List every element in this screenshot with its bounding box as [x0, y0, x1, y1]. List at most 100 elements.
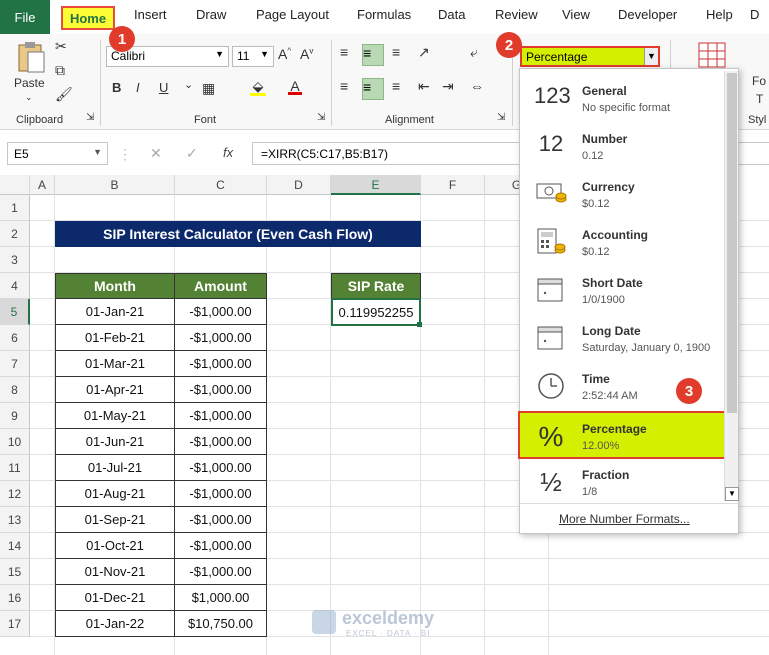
underline-button[interactable]: U — [159, 80, 168, 95]
cell-styles-icon[interactable] — [698, 42, 726, 71]
tab-view[interactable]: View — [562, 7, 590, 22]
scrollbar-thumb[interactable] — [727, 73, 737, 413]
chevron-down-icon[interactable]: ▼ — [93, 147, 102, 157]
fill-color-icon[interactable]: ⬙ — [250, 78, 266, 96]
tab-page-layout[interactable]: Page Layout — [256, 7, 329, 22]
cancel-icon[interactable]: ✕ — [150, 145, 162, 162]
row-header[interactable]: 14 — [0, 533, 30, 559]
align-left-icon[interactable]: ≡ — [340, 78, 348, 94]
month-cell[interactable]: 01-Jan-22 — [55, 610, 175, 637]
chevron-down-icon[interactable]: ⌄ — [25, 92, 33, 103]
orientation-icon[interactable]: ↗ — [418, 44, 430, 61]
row-header[interactable]: 10 — [0, 429, 30, 455]
row-header[interactable]: 11 — [0, 455, 30, 481]
chevron-down-icon[interactable]: ⌄ — [184, 78, 193, 91]
amount-cell[interactable]: -$1,000.00 — [174, 428, 267, 455]
amount-cell[interactable]: -$1,000.00 — [174, 324, 267, 351]
tab-data[interactable]: Data — [438, 7, 465, 22]
format-option-percentage[interactable]: % Percentage 12.00% — [518, 411, 726, 459]
scroll-down-icon[interactable]: ▼ — [725, 487, 739, 501]
format-option-number[interactable]: 12 Number 0.12 — [520, 123, 720, 171]
title-cell[interactable]: SIP Interest Calculator (Even Cash Flow) — [55, 221, 421, 247]
tab-home[interactable]: Home — [61, 6, 115, 30]
number-format-combo[interactable]: Percentage ▼ — [520, 46, 660, 67]
align-center-icon[interactable]: ≡ — [362, 78, 384, 100]
format-option-short-date[interactable]: Short Date 1/0/1900 — [520, 267, 720, 315]
italic-button[interactable]: I — [136, 80, 140, 95]
increase-font-icon[interactable]: A^ — [278, 46, 291, 62]
chevron-down-icon[interactable]: ▼ — [644, 48, 658, 65]
amount-cell[interactable]: $10,750.00 — [174, 610, 267, 637]
amount-cell[interactable]: -$1,000.00 — [174, 558, 267, 585]
row-header[interactable]: 16 — [0, 585, 30, 611]
dialog-launcher-icon[interactable]: ⇲ — [317, 112, 325, 123]
tab-developer[interactable]: Developer — [618, 7, 677, 22]
format-painter-icon[interactable]: 🖌 — [55, 86, 73, 103]
check-icon[interactable]: ✓ — [186, 145, 198, 162]
amount-cell[interactable]: -$1,000.00 — [174, 454, 267, 481]
table-icon[interactable]: T — [756, 92, 763, 106]
amount-cell[interactable]: -$1,000.00 — [174, 298, 267, 325]
chevron-down-icon[interactable]: ▼ — [260, 49, 269, 59]
amount-cell[interactable]: -$1,000.00 — [174, 376, 267, 403]
amount-cell[interactable]: -$1,000.00 — [174, 506, 267, 533]
column-header[interactable]: B — [55, 175, 175, 195]
more-number-formats-link[interactable]: More Number Formats... — [559, 512, 690, 526]
row-header[interactable]: 17 — [0, 611, 30, 637]
month-cell[interactable]: 01-Jun-21 — [55, 428, 175, 455]
decrease-font-icon[interactable]: Av — [300, 46, 313, 62]
bold-button[interactable]: B — [112, 80, 121, 95]
row-header[interactable]: 3 — [0, 247, 30, 273]
row-header[interactable]: 15 — [0, 559, 30, 585]
copy-icon[interactable]: ⧉ — [55, 62, 65, 79]
font-size-combo[interactable]: 11 ▼ — [232, 46, 274, 67]
amount-header[interactable]: Amount — [174, 273, 267, 299]
tab-draw[interactable]: Draw — [196, 7, 226, 22]
month-cell[interactable]: 01-Jul-21 — [55, 454, 175, 481]
row-header[interactable]: 9 — [0, 403, 30, 429]
dialog-launcher-icon[interactable]: ⇲ — [497, 112, 505, 123]
month-cell[interactable]: 01-Mar-21 — [55, 350, 175, 377]
align-middle-icon[interactable]: ≡ — [362, 44, 384, 66]
fill-handle[interactable] — [417, 322, 422, 327]
column-header[interactable]: A — [30, 175, 55, 195]
month-cell[interactable]: 01-Feb-21 — [55, 324, 175, 351]
month-cell[interactable]: 01-Aug-21 — [55, 480, 175, 507]
amount-cell[interactable]: $1,000.00 — [174, 584, 267, 611]
increase-indent-icon[interactable]: ⇥ — [442, 78, 454, 95]
merge-center-icon[interactable]: ⇔ — [470, 78, 484, 94]
month-cell[interactable]: 01-May-21 — [55, 402, 175, 429]
format-icon[interactable]: Fo — [752, 74, 766, 88]
insert-function-icon[interactable]: fx — [223, 145, 233, 160]
format-option-fraction[interactable]: ½ Fraction 1/8 — [520, 459, 720, 507]
scrollbar[interactable]: ▼ — [724, 71, 739, 501]
amount-cell[interactable]: -$1,000.00 — [174, 480, 267, 507]
paste-icon[interactable] — [14, 40, 48, 74]
align-bottom-icon[interactable]: ≡ — [392, 44, 400, 60]
font-color-icon[interactable]: A — [288, 78, 302, 95]
align-top-icon[interactable]: ≡ — [340, 44, 348, 60]
row-header[interactable]: 4 — [0, 273, 30, 299]
month-cell[interactable]: 01-Sep-21 — [55, 506, 175, 533]
month-cell[interactable]: 01-Nov-21 — [55, 558, 175, 585]
chevron-down-icon[interactable]: ▼ — [215, 49, 224, 59]
row-header[interactable]: 2 — [0, 221, 30, 247]
wrap-text-icon[interactable]: ⤶ — [470, 44, 478, 61]
amount-cell[interactable]: -$1,000.00 — [174, 350, 267, 377]
tab-help[interactable]: Help — [706, 7, 733, 22]
month-cell[interactable]: 01-Dec-21 — [55, 584, 175, 611]
row-header[interactable]: 13 — [0, 507, 30, 533]
row-header[interactable]: 8 — [0, 377, 30, 403]
month-cell[interactable]: 01-Oct-21 — [55, 532, 175, 559]
amount-cell[interactable]: -$1,000.00 — [174, 402, 267, 429]
tab-review[interactable]: Review — [495, 7, 538, 22]
align-right-icon[interactable]: ≡ — [392, 78, 400, 94]
decrease-indent-icon[interactable]: ⇤ — [418, 78, 430, 95]
tab-file[interactable]: File — [0, 0, 50, 34]
month-cell[interactable]: 01-Apr-21 — [55, 376, 175, 403]
row-header[interactable]: 1 — [0, 195, 30, 221]
row-header[interactable]: 5 — [0, 299, 30, 325]
row-header[interactable]: 6 — [0, 325, 30, 351]
column-header[interactable]: F — [421, 175, 485, 195]
name-box[interactable]: E5 ▼ — [7, 142, 108, 165]
